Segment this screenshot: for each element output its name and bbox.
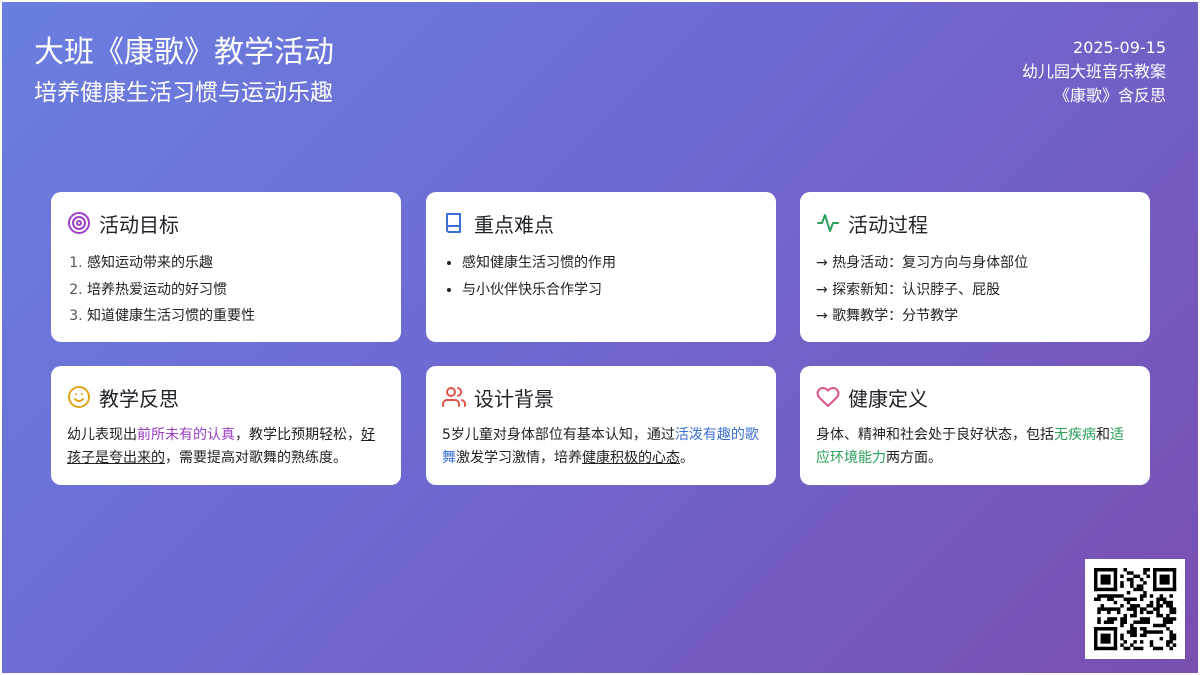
background-text: 5岁儿童对身体部位有基本认知，通过活泼有趣的歌舞激发学习激情，培养健康积极的心态… bbox=[442, 424, 760, 470]
text-segment: 两方面。 bbox=[886, 450, 942, 466]
health-text: 身体、精神和社会处于良好状态，包括无疾病和适应环境能力两方面。 bbox=[816, 424, 1134, 470]
meta-info: 2025-09-15 幼儿园大班音乐教案 《康歌》含反思 bbox=[1022, 36, 1166, 108]
card-header: 教学反思 bbox=[67, 384, 385, 411]
text-segment: 。 bbox=[680, 450, 694, 466]
background-card: 设计背景 5岁儿童对身体部位有基本认知，通过活泼有趣的歌舞激发学习激情，培养健康… bbox=[426, 366, 776, 485]
text-segment: ，需要提高对歌舞的熟练度。 bbox=[165, 450, 347, 466]
heart-icon bbox=[816, 385, 840, 409]
text-segment: 幼儿表现出 bbox=[67, 427, 137, 443]
date-label: 2025-09-15 bbox=[1073, 38, 1166, 57]
smile-icon bbox=[67, 385, 91, 409]
slide: 大班《康歌》教学活动 培养健康生活习惯与运动乐趣 2025-09-15 幼儿园大… bbox=[2, 2, 1198, 673]
activity-pulse-icon bbox=[816, 211, 840, 235]
list-item: 与小伙伴快乐合作学习 bbox=[462, 277, 760, 304]
list-item: → 热身活动：复习方向与身体部位 bbox=[816, 255, 1029, 271]
book-icon bbox=[442, 211, 466, 235]
card-title: 活动过程 bbox=[848, 212, 928, 237]
card-title: 设计背景 bbox=[474, 386, 554, 411]
page-subtitle: 培养健康生活习惯与运动乐趣 bbox=[34, 80, 333, 106]
goals-card: 活动目标 感知运动带来的乐趣 培养热爱运动的好习惯 知道健康生活习惯的重要性 bbox=[51, 192, 401, 342]
list-item: 感知运动带来的乐趣 bbox=[87, 250, 385, 277]
reflection-card: 教学反思 幼儿表现出前所未有的认真，教学比预期轻松，好孩子是夸出来的，需要提高对… bbox=[51, 366, 401, 485]
underlined-text: 健康积极的心态 bbox=[582, 450, 680, 466]
reflection-text: 幼儿表现出前所未有的认真，教学比预期轻松，好孩子是夸出来的，需要提高对歌舞的熟练… bbox=[67, 424, 385, 470]
goals-list: 感知运动带来的乐趣 培养热爱运动的好习惯 知道健康生活习惯的重要性 bbox=[67, 250, 385, 330]
list-item: 培养热爱运动的好习惯 bbox=[87, 277, 385, 304]
card-header: 健康定义 bbox=[816, 384, 1134, 411]
card-header: 重点难点 bbox=[442, 210, 760, 237]
process-steps: → 热身活动：复习方向与身体部位 → 探索新知：认识脖子、屁股 → 歌舞教学：分… bbox=[816, 250, 1134, 330]
text-segment: 和 bbox=[1096, 427, 1110, 443]
list-item: 感知健康生活习惯的作用 bbox=[462, 250, 760, 277]
card-header: 活动过程 bbox=[816, 210, 1134, 237]
card-title: 健康定义 bbox=[848, 386, 928, 411]
text-segment: ，教学比预期轻松， bbox=[235, 427, 361, 443]
page-title: 大班《康歌》教学活动 bbox=[34, 35, 334, 70]
card-header: 活动目标 bbox=[67, 210, 385, 237]
list-item: → 探索新知：认识脖子、屁股 bbox=[816, 281, 1001, 298]
card-title: 活动目标 bbox=[99, 212, 179, 237]
health-card: 健康定义 身体、精神和社会处于良好状态，包括无疾病和适应环境能力两方面。 bbox=[800, 366, 1150, 485]
doc-name-label: 《康歌》含反思 bbox=[1053, 86, 1166, 105]
card-title: 重点难点 bbox=[474, 212, 554, 237]
highlight-text: 无疾病 bbox=[1054, 427, 1096, 443]
users-icon bbox=[442, 385, 466, 409]
card-title: 教学反思 bbox=[99, 386, 179, 411]
keypoints-list: 感知健康生活习惯的作用 与小伙伴快乐合作学习 bbox=[442, 250, 760, 303]
highlight-text: 前所未有的认真 bbox=[137, 427, 235, 443]
text-segment: 5岁儿童对身体部位有基本认知，通过 bbox=[442, 427, 675, 443]
card-header: 设计背景 bbox=[442, 384, 760, 411]
qr-code-icon bbox=[1094, 568, 1177, 651]
keypoints-card: 重点难点 感知健康生活习惯的作用 与小伙伴快乐合作学习 bbox=[426, 192, 776, 342]
text-segment: 激发学习激情，培养 bbox=[456, 450, 582, 466]
title-block: 大班《康歌》教学活动 培养健康生活习惯与运动乐趣 bbox=[34, 34, 334, 108]
list-item: 知道健康生活习惯的重要性 bbox=[87, 303, 385, 330]
process-card: 活动过程 → 热身活动：复习方向与身体部位 → 探索新知：认识脖子、屁股 → 歌… bbox=[800, 192, 1150, 342]
list-item: → 歌舞教学：分节教学 bbox=[816, 308, 959, 324]
text-segment: 身体、精神和社会处于良好状态，包括 bbox=[816, 427, 1054, 443]
qr-code[interactable] bbox=[1085, 559, 1185, 659]
category-label: 幼儿园大班音乐教案 bbox=[1021, 62, 1166, 81]
target-icon bbox=[67, 211, 91, 235]
